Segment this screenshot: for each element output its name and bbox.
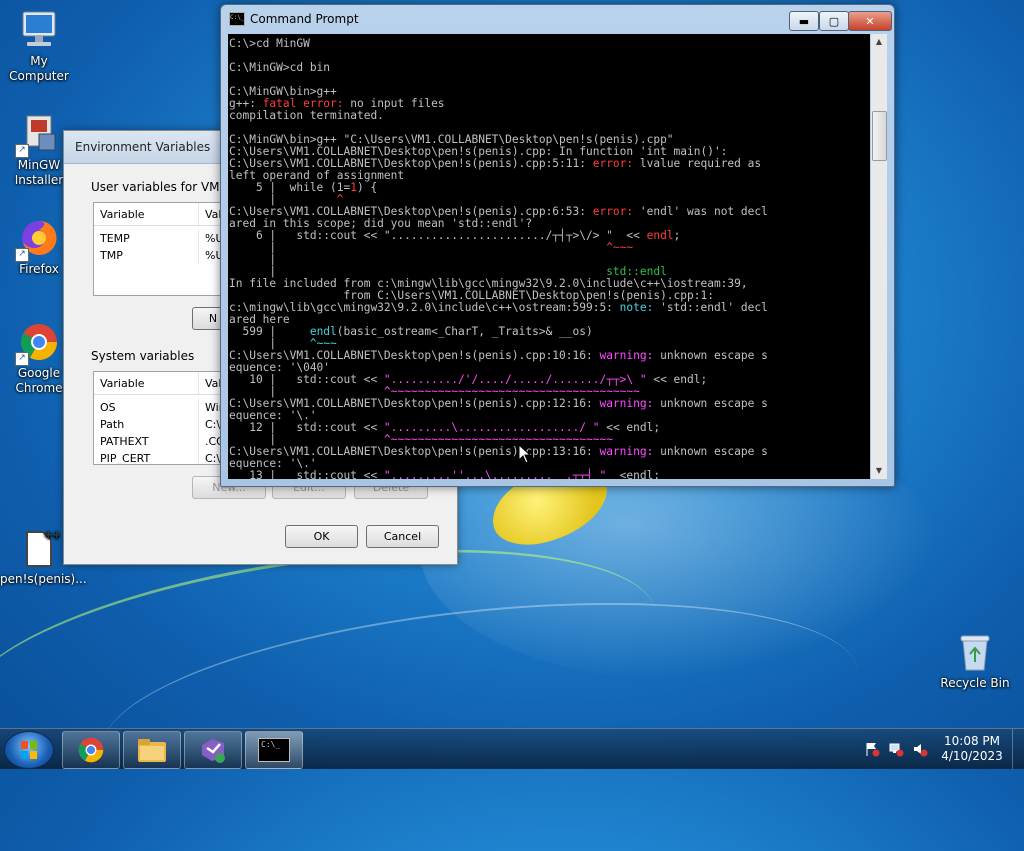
chrome-icon: ↗ [15, 320, 61, 366]
taskbar-clock[interactable]: 10:08 PM 4/10/2023 [937, 734, 1007, 764]
system-variables-label: System variables [91, 349, 195, 363]
ok-button[interactable]: OK [285, 525, 358, 548]
minimize-icon: ▬ [798, 14, 810, 28]
taskbar-visual-studio-installer-button[interactable] [184, 731, 242, 769]
scroll-up-icon[interactable]: ▲ [871, 34, 887, 50]
console-output[interactable]: C:\>cd MinGW C:\MinGW>cd bin C:\MinGW\bi… [228, 34, 870, 479]
scroll-down-icon[interactable]: ▼ [871, 463, 887, 479]
user-variables-label: User variables for VM1 [91, 180, 228, 194]
cancel-button[interactable]: Cancel [366, 525, 439, 548]
chrome-icon [78, 737, 104, 763]
shortcut-arrow-icon: ↗ [15, 144, 29, 158]
close-icon: ✕ [865, 14, 875, 28]
shortcut-arrow-icon: ↗ [15, 352, 29, 366]
cmd-title: Command Prompt [250, 12, 359, 26]
folder-icon [138, 739, 166, 762]
minimize-button[interactable]: ▬ [789, 11, 819, 31]
desktop-icon-recycle-bin[interactable]: Recycle Bin [936, 630, 1014, 691]
taskbar: C:\_ 10:08 PM 4/10/2023 [0, 728, 1024, 769]
volume-muted-icon[interactable] [912, 741, 928, 757]
maximize-icon: ▢ [828, 14, 840, 28]
computer-icon [17, 8, 61, 52]
shortcut-arrow-icon: ↗ [15, 248, 29, 262]
scroll-thumb[interactable] [872, 111, 887, 161]
taskbar-cmd-button[interactable]: C:\_ [245, 731, 303, 769]
clock-date: 4/10/2023 [941, 749, 1003, 763]
column-header-variable[interactable]: Variable [94, 208, 198, 221]
network-icon[interactable] [888, 741, 904, 757]
cpp-file-icon: ++ [17, 526, 61, 570]
start-button[interactable] [4, 731, 54, 769]
mouse-cursor-icon [518, 444, 532, 464]
svg-text:++: ++ [44, 530, 61, 541]
console-text: C:\>cd MinGW C:\MinGW>cd bin C:\MinGW\bi… [229, 37, 768, 480]
maximize-button[interactable]: ▢ [819, 11, 849, 31]
cmd-icon: C:\_ [258, 738, 290, 762]
system-tray [864, 733, 928, 765]
taskbar-chrome-button[interactable] [62, 731, 120, 769]
recycle-bin-icon [953, 630, 997, 674]
command-prompt-window: C:\_ Command Prompt ▬ ▢ ✕ C:\>cd MinGW C… [220, 4, 895, 487]
taskbar-explorer-button[interactable] [123, 731, 181, 769]
clock-time: 10:08 PM [944, 734, 1000, 748]
env-title: Environment Variables [75, 140, 211, 154]
windows-logo-icon [21, 741, 37, 759]
show-desktop-button[interactable] [1012, 729, 1024, 769]
close-button[interactable]: ✕ [848, 11, 892, 31]
column-header-variable[interactable]: Variable [94, 377, 198, 390]
desktop-icon-my-computer[interactable]: My Computer [0, 8, 78, 84]
installer-icon: ↗ [15, 112, 61, 158]
action-center-flag-icon[interactable] [864, 741, 880, 757]
console-scrollbar[interactable]: ▲ ▼ [871, 34, 887, 479]
visual-studio-icon [202, 739, 225, 763]
firefox-icon: ↗ [15, 216, 61, 262]
cmd-window-icon: C:\_ [229, 12, 245, 26]
